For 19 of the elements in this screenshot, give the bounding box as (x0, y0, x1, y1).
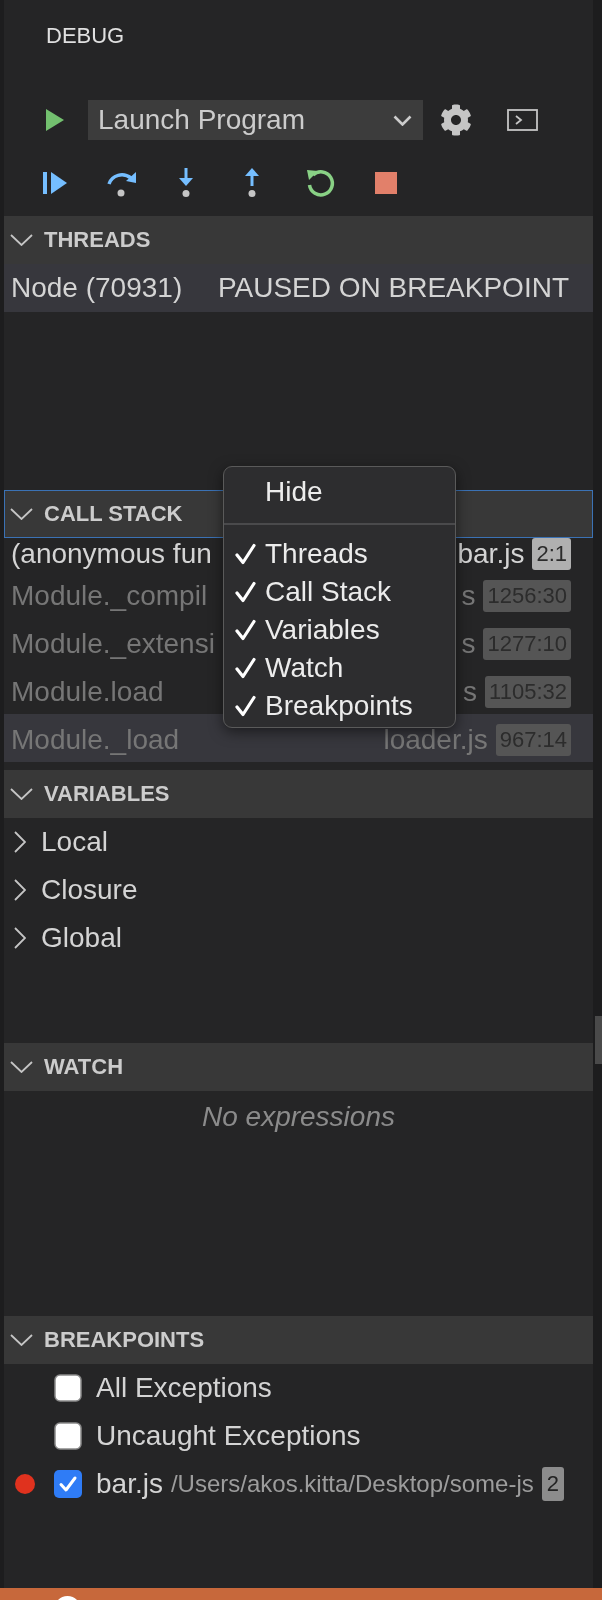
breakpoint-label: All Exceptions (96, 1374, 272, 1402)
frame-name: Module.load (11, 680, 164, 704)
section-title: WATCH (44, 1056, 124, 1078)
thread-state: PAUSED ON BREAKPOINT (217, 274, 569, 302)
breakpoint-path: /Users/akos.kitta/Desktop/some-js (170, 1472, 534, 1496)
section-title: VARIABLES (44, 783, 170, 805)
empty-message: No expressions (202, 1103, 395, 1131)
section-title: CALL STACK (44, 503, 183, 525)
section-title: THREADS (44, 229, 151, 251)
position-badge: 2:1 (532, 538, 571, 570)
frame-file: s (461, 584, 476, 608)
line-badge: 2 (541, 1467, 564, 1501)
breakpoint-label: bar.js (96, 1470, 163, 1498)
frame-file: s (463, 680, 478, 704)
breakpoint-label: Uncaught Exceptions (96, 1422, 361, 1450)
section-title: BREAKPOINTS (44, 1329, 205, 1351)
panel-title: DEBUG (46, 23, 125, 48)
frame-file: s (461, 632, 476, 656)
thread-name: Node (70931) (11, 274, 183, 302)
